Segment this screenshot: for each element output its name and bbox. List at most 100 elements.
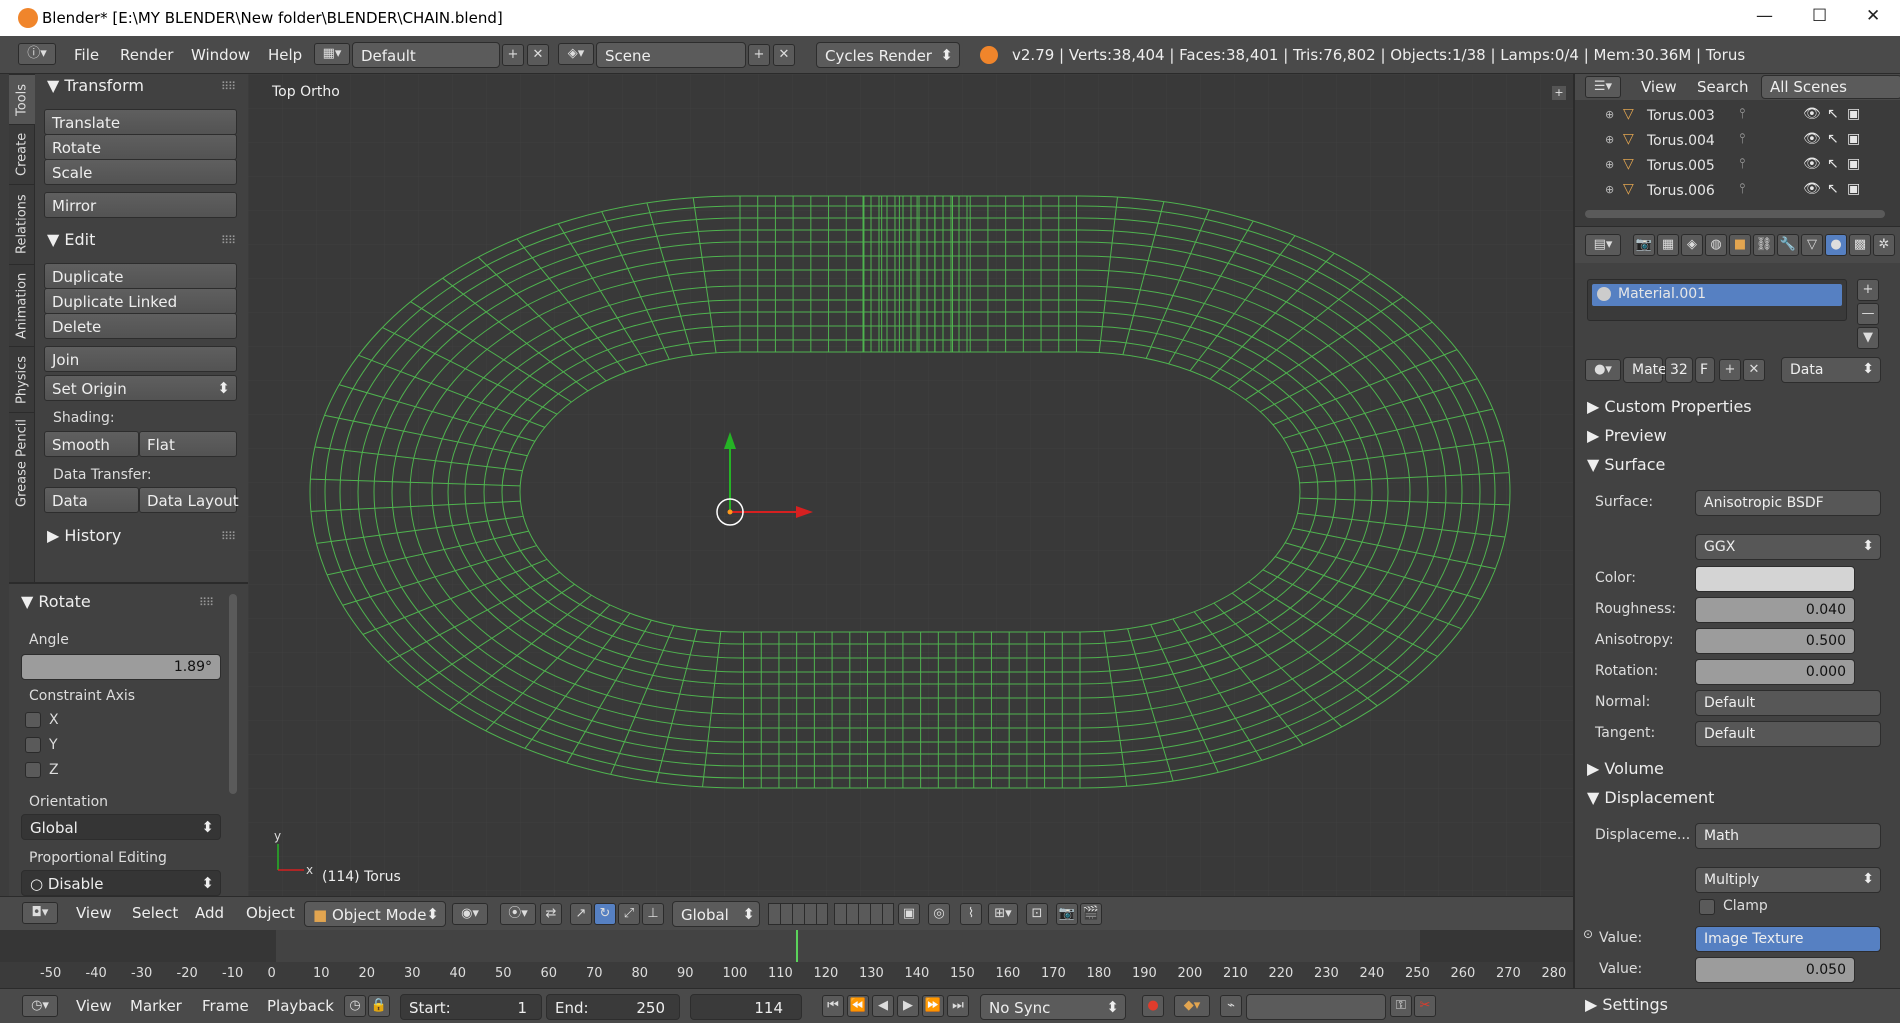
anisotropy-slider[interactable]: 0.500 <box>1695 628 1855 654</box>
scale-button[interactable]: Scale <box>44 159 237 185</box>
material-slot-list[interactable]: Material.001 <box>1587 279 1847 321</box>
tab-create[interactable]: Create <box>9 124 35 184</box>
world-tab-icon[interactable]: ◍ <box>1705 234 1727 256</box>
material-users-count[interactable]: 32 <box>1665 357 1693 383</box>
record-icon[interactable]: ● <box>1142 995 1164 1017</box>
smooth-button[interactable]: Smooth <box>44 431 139 457</box>
translate-button[interactable]: Translate <box>44 109 237 135</box>
displacement-select[interactable]: Math <box>1695 823 1881 849</box>
outliner-item[interactable]: ⊕ ▽ Torus.003 ⫯ 👁 ↖ ▣ <box>1575 106 1900 131</box>
render-layers-tab-icon[interactable]: ▦ <box>1657 234 1679 256</box>
drag-grip-icon[interactable]: ⠿⠿ <box>221 234 236 247</box>
expand-icon[interactable]: ⊕ <box>1605 108 1614 121</box>
set-origin-select[interactable]: Set Origin ⬍ <box>44 375 237 401</box>
outliner-item[interactable]: ⊕ ▽ Torus.005 ⫯ 👁 ↖ ▣ <box>1575 156 1900 181</box>
preview-header[interactable]: ▶ Preview <box>1587 426 1667 445</box>
transform-orientation-select[interactable]: Global ⬍ <box>672 901 760 927</box>
region-toggle-icon[interactable]: + <box>1552 86 1566 100</box>
orientation-select[interactable]: Global ⬍ <box>21 814 221 840</box>
minimize-button[interactable]: — <box>1756 6 1773 26</box>
selectable-cursor-icon[interactable]: ↖ <box>1827 181 1839 197</box>
visibility-eye-icon[interactable]: 👁 <box>1803 106 1821 122</box>
outliner-search-menu[interactable]: Search <box>1697 78 1749 96</box>
expand-icon[interactable]: ⊕ <box>1605 183 1614 196</box>
normal-select[interactable]: Default <box>1695 690 1881 716</box>
viewport-shading-icon[interactable]: ◉▾ <box>452 903 488 925</box>
tab-relations[interactable]: Relations <box>9 184 35 264</box>
flat-button[interactable]: Flat <box>139 431 237 457</box>
drag-grip-icon[interactable]: ⠿⠿ <box>199 596 214 609</box>
prev-keyframe-icon[interactable]: ⏪ <box>847 995 869 1017</box>
3d-viewport[interactable]: y x Top Ortho (114) Torus + <box>248 74 1573 896</box>
surface-header[interactable]: ▼ Surface <box>1587 455 1665 474</box>
current-frame-field[interactable]: 114 <box>690 994 802 1020</box>
layers-grid-1[interactable] <box>768 903 828 925</box>
modifiers-tab-icon[interactable]: 🔧 <box>1777 234 1799 256</box>
outliner-item-label[interactable]: Torus.004 <box>1647 133 1715 149</box>
keying-set-field[interactable] <box>1246 994 1386 1020</box>
editor-type-icon[interactable]: ☰▾ <box>1585 76 1621 98</box>
duplicate-button[interactable]: Duplicate <box>44 263 237 289</box>
render-engine-select[interactable]: Cycles Render ⬍ <box>816 42 960 68</box>
tl-frame-menu[interactable]: Frame <box>202 997 249 1015</box>
tab-tools[interactable]: Tools <box>9 74 35 124</box>
selectable-cursor-icon[interactable]: ↖ <box>1827 156 1839 172</box>
visibility-eye-icon[interactable]: 👁 <box>1803 156 1821 172</box>
outliner-item-label[interactable]: Torus.005 <box>1647 158 1715 174</box>
add-layout-icon[interactable]: + <box>502 44 524 66</box>
edit-panel-header[interactable]: ▼ Edit <box>47 230 95 249</box>
jump-end-icon[interactable]: ⏭ <box>947 995 969 1017</box>
close-button[interactable]: ✕ <box>1866 6 1880 26</box>
operator-scrollbar[interactable] <box>229 594 237 794</box>
lock-camera-icon[interactable]: ▣ <box>898 903 920 925</box>
tl-playback-menu[interactable]: Playback <box>267 997 334 1015</box>
tab-physics[interactable]: Physics <box>9 346 35 412</box>
outliner-view-menu[interactable]: View <box>1641 78 1677 96</box>
keying-set-icon[interactable]: ◆▾ <box>1174 995 1210 1017</box>
next-keyframe-icon[interactable]: ⏩ <box>922 995 944 1017</box>
transform-orientation-icon[interactable]: ⊥ <box>642 903 664 925</box>
add-slot-icon[interactable]: + <box>1857 279 1879 301</box>
display-mode-select[interactable]: All Scenes <box>1761 75 1900 99</box>
data-tab-icon[interactable]: ▽ <box>1801 234 1823 256</box>
render-camera-icon[interactable]: ▣ <box>1847 181 1860 197</box>
play-reverse-icon[interactable]: ◀ <box>872 995 894 1017</box>
outliner-item[interactable]: ⊕ ▽ Torus.006 ⫯ 👁 ↖ ▣ <box>1575 181 1900 206</box>
outliner-item[interactable]: ⊕ ▽ Torus.004 ⫯ 👁 ↖ ▣ <box>1575 131 1900 156</box>
delete-keyframe-icon[interactable]: ✂ <box>1414 995 1436 1017</box>
custom-properties-header[interactable]: ▶ Custom Properties <box>1587 397 1752 416</box>
render-camera-icon[interactable]: ▣ <box>1847 156 1860 172</box>
link-select[interactable]: Data ⬍ <box>1781 357 1881 383</box>
selectable-cursor-icon[interactable]: ↖ <box>1827 106 1839 122</box>
data-button[interactable]: Data <box>44 487 139 513</box>
constraints-tab-icon[interactable]: ⛓ <box>1753 234 1775 256</box>
tl-view-menu[interactable]: View <box>76 997 112 1015</box>
snap-toggle-icon[interactable]: ⌇ <box>960 903 982 925</box>
rotate-button[interactable]: Rotate <box>44 134 237 160</box>
drag-grip-icon[interactable]: ⠿⠿ <box>221 530 236 543</box>
menu-file[interactable]: File <box>74 46 99 64</box>
translate-manipulator-icon[interactable]: ↗ <box>570 903 592 925</box>
viewport-canvas[interactable]: y x <box>248 74 1573 896</box>
outliner-scrollbar[interactable] <box>1585 210 1885 218</box>
color-swatch[interactable] <box>1695 566 1855 592</box>
settings-header[interactable]: ▶ Settings <box>1585 995 1668 1014</box>
render-tab-icon[interactable]: 📷 <box>1633 234 1655 256</box>
value2-slider[interactable]: 0.050 <box>1695 957 1855 983</box>
outliner-item-label[interactable]: Torus.003 <box>1647 108 1715 124</box>
preview-range-icon[interactable]: ◷ <box>344 995 366 1017</box>
delete-button[interactable]: Delete <box>44 313 237 339</box>
play-icon[interactable]: ▶ <box>897 995 919 1017</box>
lock-icon[interactable]: 🔒 <box>368 995 390 1017</box>
menu-window[interactable]: Window <box>191 46 250 64</box>
select-menu[interactable]: Select <box>132 904 178 922</box>
mode-select[interactable]: ■ Object Mode ⬍ <box>304 901 446 927</box>
object-tab-icon[interactable]: ■ <box>1729 234 1751 256</box>
view-menu[interactable]: View <box>76 904 112 922</box>
volume-header[interactable]: ▶ Volume <box>1587 759 1664 778</box>
scene-tab-icon[interactable]: ◈ <box>1681 234 1703 256</box>
history-panel-header[interactable]: ▶ History <box>47 526 121 545</box>
material-browse-icon[interactable]: ●▾ <box>1585 359 1621 381</box>
add-scene-icon[interactable]: + <box>748 44 770 66</box>
expand-icon[interactable]: ⊕ <box>1605 133 1614 146</box>
